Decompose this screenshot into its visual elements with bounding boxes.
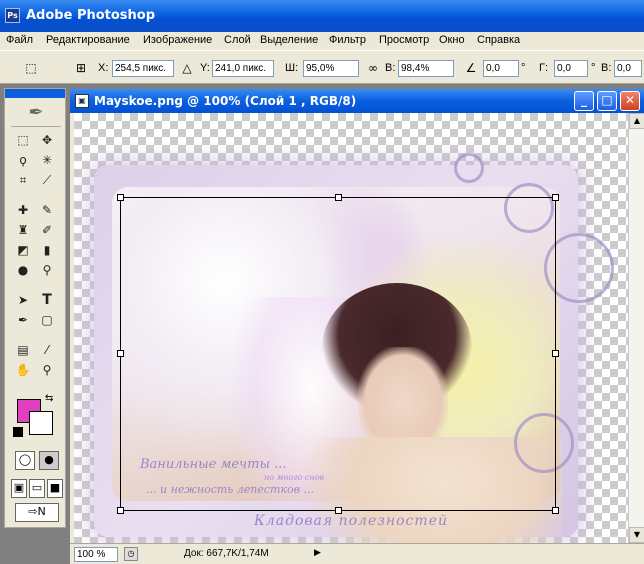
transform-handle[interactable] — [552, 194, 559, 201]
canvas-area[interactable]: Ванильные мечты ... но много снов ... и … — [74, 113, 628, 543]
crop-icon[interactable]: ⌗ — [13, 171, 33, 190]
x-field[interactable]: 254,5 пикс. — [112, 60, 174, 77]
hskew-unit: ° — [591, 62, 596, 74]
scroll-down-icon[interactable]: ▼ — [629, 527, 644, 543]
blur-icon[interactable]: ● — [13, 261, 33, 280]
status-menu-icon[interactable]: ◷ — [124, 547, 138, 561]
vskew-field[interactable]: 0,0 — [614, 60, 642, 77]
menu-bar: Файл Редактирование Изображение Слой Выд… — [0, 32, 644, 50]
document-icon: ▣ — [75, 94, 89, 108]
eyedropper-icon[interactable]: ⁄ — [37, 341, 57, 360]
transform-tool-icon[interactable]: ⬚ — [22, 60, 40, 77]
y-field[interactable]: 241,0 пикс. — [212, 60, 274, 77]
angle-unit: ° — [521, 62, 526, 74]
reference-point-icon[interactable]: ⊞ — [72, 60, 90, 77]
healing-icon[interactable]: ✚ — [13, 201, 33, 220]
screen-mode-full-menu-icon[interactable]: ▭ — [29, 479, 45, 498]
marquee-icon[interactable]: ⬚ — [13, 131, 33, 150]
options-bar: ⬚ ⊞ X: 254,5 пикс. △ Y: 241,0 пикс. Ш: 9… — [0, 50, 644, 129]
screen-mode-standard-icon[interactable]: ▣ — [11, 479, 27, 498]
shape-icon[interactable]: ▢ — [37, 311, 57, 330]
path-select-icon[interactable]: ➤ — [13, 291, 33, 310]
close-button[interactable]: ✕ — [620, 91, 640, 111]
menu-window[interactable]: Окно — [439, 34, 465, 46]
move-icon[interactable]: ✥ — [37, 131, 57, 150]
swap-colors-icon[interactable]: ⇆ — [45, 393, 53, 404]
zoom-icon[interactable]: ⚲ — [37, 361, 57, 380]
transform-handle[interactable] — [552, 350, 559, 357]
brush-icon[interactable]: ✎ — [37, 201, 57, 220]
transform-handle[interactable] — [552, 507, 559, 514]
vertical-scrollbar[interactable]: ▲ ▼ — [628, 113, 644, 543]
menu-file[interactable]: Файл — [6, 34, 33, 46]
hskew-label: Г: — [539, 62, 549, 74]
vskew-label: В: — [601, 62, 612, 74]
menu-filter[interactable]: Фильтр — [329, 34, 366, 46]
feather-logo-icon[interactable]: ✒ — [11, 101, 61, 127]
transform-center-icon[interactable]: ⌖ — [336, 349, 348, 361]
transform-handle[interactable] — [117, 507, 124, 514]
transform-handle[interactable] — [117, 194, 124, 201]
type-icon[interactable]: T — [37, 291, 57, 310]
hskew-field[interactable]: 0,0 — [554, 60, 588, 77]
menu-layer[interactable]: Слой — [224, 34, 251, 46]
menu-image[interactable]: Изображение — [143, 34, 212, 46]
height-label: В: — [385, 62, 396, 74]
dodge-icon[interactable]: ⚲ — [37, 261, 57, 280]
standard-mode-icon[interactable]: ◯ — [15, 451, 35, 470]
y-label: Y: — [200, 62, 210, 74]
scroll-up-icon[interactable]: ▲ — [629, 113, 644, 129]
slice-icon[interactable]: ⟋ — [37, 171, 57, 190]
x-label: X: — [98, 62, 109, 74]
lasso-icon[interactable]: ϙ — [13, 151, 33, 170]
menu-help[interactable]: Справка — [477, 34, 520, 46]
gradient-icon[interactable]: ▮ — [37, 241, 57, 260]
artwork-footer-text: Кладовая полезностей — [254, 513, 448, 529]
pen-icon[interactable]: ✒ — [13, 311, 33, 330]
relative-position-icon[interactable]: △ — [178, 60, 196, 77]
toolbox: ✒ ⬚ ✥ ϙ ✳ ⌗ ⟋ ✚ ✎ ♜ ✐ ◩ ▮ ● ⚲ ➤ T ✒ ▢ ▤ … — [4, 88, 66, 528]
quick-mask-icon[interactable]: ● — [39, 451, 59, 470]
menu-edit[interactable]: Редактирование — [46, 34, 130, 46]
width-label: Ш: — [285, 62, 299, 74]
height-field[interactable]: 98,4% — [398, 60, 454, 77]
app-title: Adobe Photoshop — [26, 8, 156, 23]
link-icon[interactable]: ∞ — [364, 60, 382, 77]
transform-handle[interactable] — [117, 350, 124, 357]
transform-handle[interactable] — [335, 194, 342, 201]
angle-field[interactable]: 0,0 — [483, 60, 519, 77]
history-brush-icon[interactable]: ✐ — [37, 221, 57, 240]
photoshop-app-icon: Ps — [5, 8, 20, 23]
document-size-info: Док: 667,7K/1,74M — [184, 548, 269, 559]
hand-icon[interactable]: ✋ — [13, 361, 33, 380]
document-window: ▣ Mayskoe.png @ 100% (Слой 1 , RGB/8) _ … — [70, 89, 644, 564]
menu-select[interactable]: Выделение — [260, 34, 318, 46]
stamp-icon[interactable]: ♜ — [13, 221, 33, 240]
status-play-icon[interactable]: ▶ — [314, 548, 321, 558]
toolbox-header[interactable] — [5, 89, 65, 98]
eraser-icon[interactable]: ◩ — [13, 241, 33, 260]
maximize-button[interactable]: □ — [597, 91, 617, 111]
minimize-button[interactable]: _ — [574, 91, 594, 111]
notes-icon[interactable]: ▤ — [13, 341, 33, 360]
zoom-field[interactable]: 100 % — [74, 547, 118, 562]
swirl-ornament — [454, 153, 484, 183]
screen-mode-full-icon[interactable]: ■ — [47, 479, 63, 498]
menu-view[interactable]: Просмотр — [379, 34, 429, 46]
jump-to-imageready-icon[interactable]: ⇨N — [15, 503, 59, 522]
default-colors-icon[interactable] — [13, 427, 23, 437]
angle-icon: ∠ — [465, 61, 477, 75]
document-titlebar[interactable]: ▣ Mayskoe.png @ 100% (Слой 1 , RGB/8) _ … — [70, 89, 644, 113]
document-title: Mayskoe.png @ 100% (Слой 1 , RGB/8) — [94, 94, 357, 108]
app-titlebar: Ps Adobe Photoshop — [0, 0, 644, 32]
width-field[interactable]: 95,0% — [303, 60, 359, 77]
status-bar: 100 % ◷ Док: 667,7K/1,74M ▶ — [70, 543, 644, 564]
transform-handle[interactable] — [335, 507, 342, 514]
background-color-swatch[interactable] — [29, 411, 53, 435]
magic-wand-icon[interactable]: ✳ — [37, 151, 57, 170]
